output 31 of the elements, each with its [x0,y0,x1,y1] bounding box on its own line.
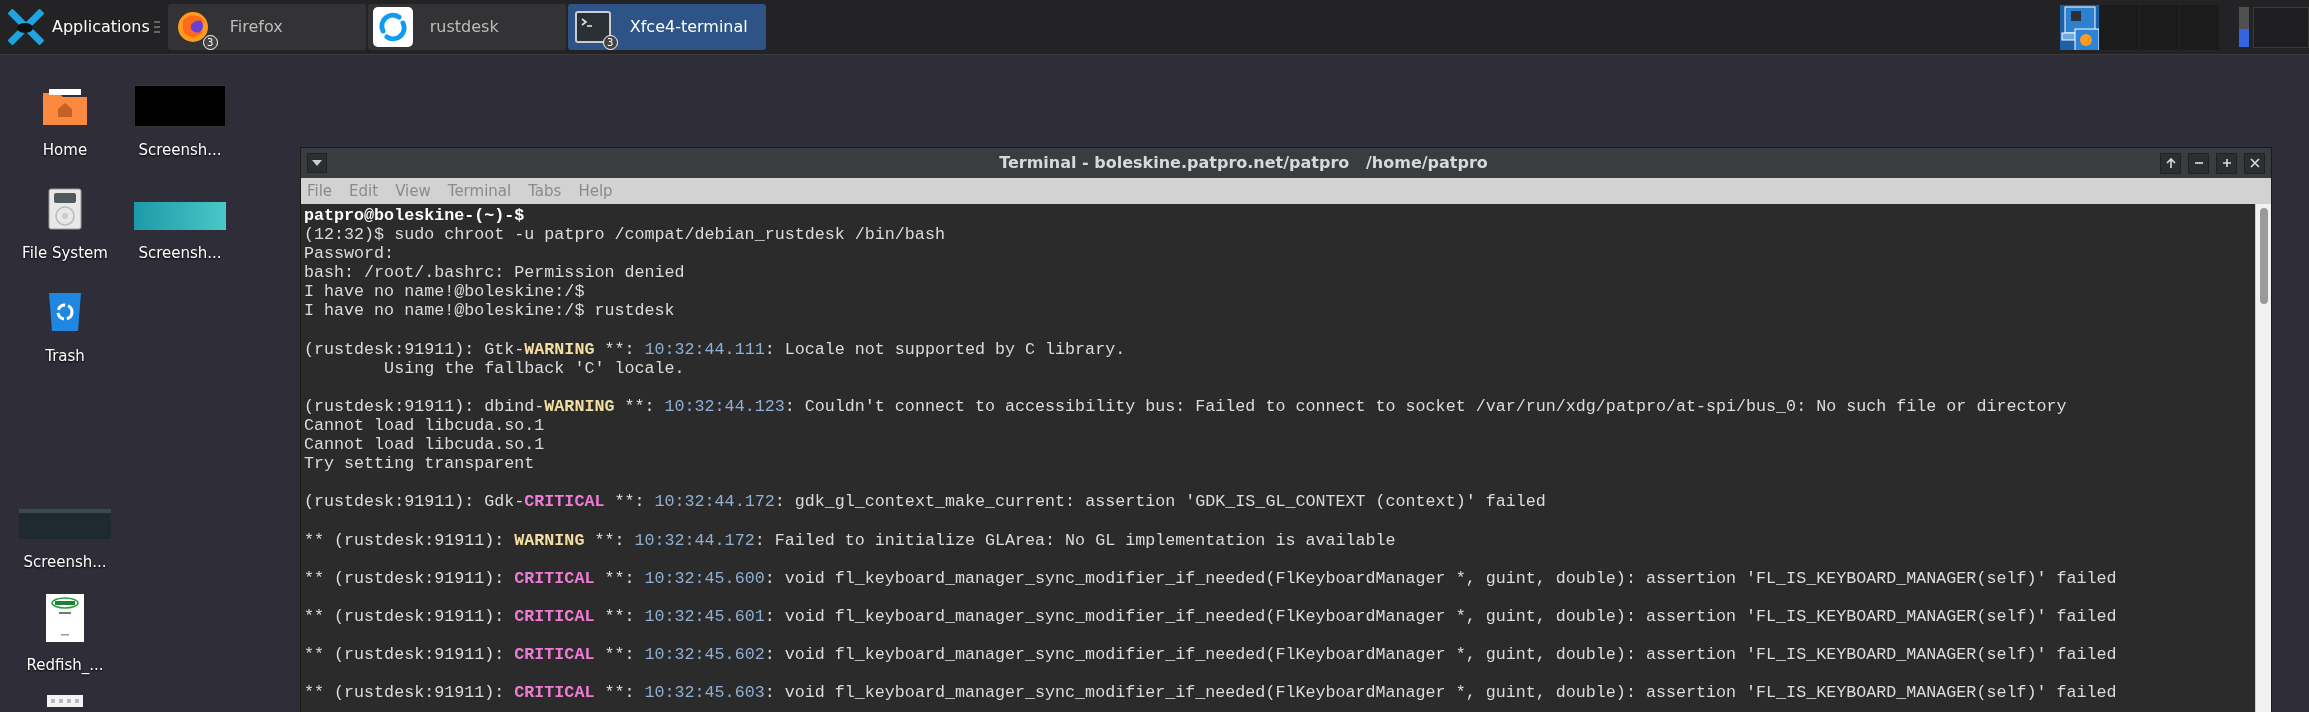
terminal-line: (rustdesk:91911): dbind-WARNING **: 10:32:44.123: Couldn't connect to accessibility bus: Failed to connect to socket /var/run/xdg/patpro/at-spi/bus_0: No such file or directory [304,396,2067,417]
terminal-line: Password: [304,244,395,264]
desktop-icon-label[interactable]: Home [42,139,88,162]
desktop-icon-label[interactable]: Trash [45,345,85,368]
desktop-icon-label[interactable]: File System [22,242,108,265]
terminal-line: Try setting transparent [304,454,535,474]
terminal-line: bash: /root/.bashrc: Permission denied [304,263,685,283]
desktop-icon-label[interactable]: Screensh... [23,551,107,574]
desktop-icon-label[interactable]: Redfish_... [26,654,104,677]
terminal-line: ** (rustdesk:91911): WARNING **: 10:32:44.172: Failed to initialize GLArea: No GL implementation is available [304,530,1396,550]
terminal-line: (12:32)$ sudo chroot -u patpro /compat/debian_rustdesk /bin/bash [304,225,945,245]
terminal-line: I have no name!@boleskine:/$ [304,282,585,302]
taskbar-window-button[interactable]: 3 Xfce4-terminal [567,4,766,50]
terminal-line: Cannot load libcuda.so.1 [304,416,545,436]
terminal-line: ** (rustdesk:91911): CRITICAL **: 10:32:45.602: void fl_keyboard_manager_sync_modifier_if_needed(FlKeyboardManager *, guint, double): assertion 'FL_IS_KEYBOARD_MANAGER(self)' failed [304,645,2117,665]
terminal-line: Cannot load libcuda.so.1 [304,435,545,455]
terminal-line: ** (rustdesk:91911): CRITICAL **: 10:32:45.600: void fl_keyboard_manager_sync_modifier_if_needed(FlKeyboardManager *, guint, double): assertion 'FL_IS_KEYBOARD_MANAGER(self)' failed [304,568,2117,588]
window-count-badge: 3 [202,35,218,50]
terminal-line: (rustdesk:91911): Gtk-WARNING **: 10:32:44.111: Locale not supported by C library. [304,339,1126,359]
terminal-line: ** (rustdesk:91911): CRITICAL **: 10:32:45.601: void fl_keyboard_manager_sync_modifier_if_needed(FlKeyboardManager *, guint, double): assertion 'FL_IS_KEYBOARD_MANAGER(self)' failed [304,606,2117,627]
terminal-line: (rustdesk:91911): Gdk-CRITICAL **: 10:32:44.172: gdk_gl_context_make_current: assertion 'GDK_IS_GL_CONTEXT (context)' failed [304,492,1546,512]
terminal-line: patpro@boleskine-(~)-$ [304,206,525,226]
desktop-icon-label[interactable]: Screensh... [138,139,222,162]
terminal-line: Using the fallback 'C' locale. [383,358,685,378]
taskbar-window-button[interactable]: 3 Firefox [167,4,366,50]
window-title: Terminal - boleskine.patpro.net/patpro /home/patpro [998,152,1489,174]
terminal-line: I have no name!@boleskine:/$ rustdesk [304,301,675,321]
desktop-icon-label[interactable]: Screensh... [138,242,222,265]
applications-menu-button[interactable]: Applications [0,2,154,52]
terminal-line: ** (rustdesk:91911): CRITICAL **: 10:32:45.603: void fl_keyboard_manager_sync_modifier_if_needed(FlKeyboardManager *, guint, double): assertion 'FL_IS_KEYBOARD_MANAGER(self)' failed [304,683,2117,703]
taskbar-window-button[interactable]: rustdesk [367,4,566,50]
